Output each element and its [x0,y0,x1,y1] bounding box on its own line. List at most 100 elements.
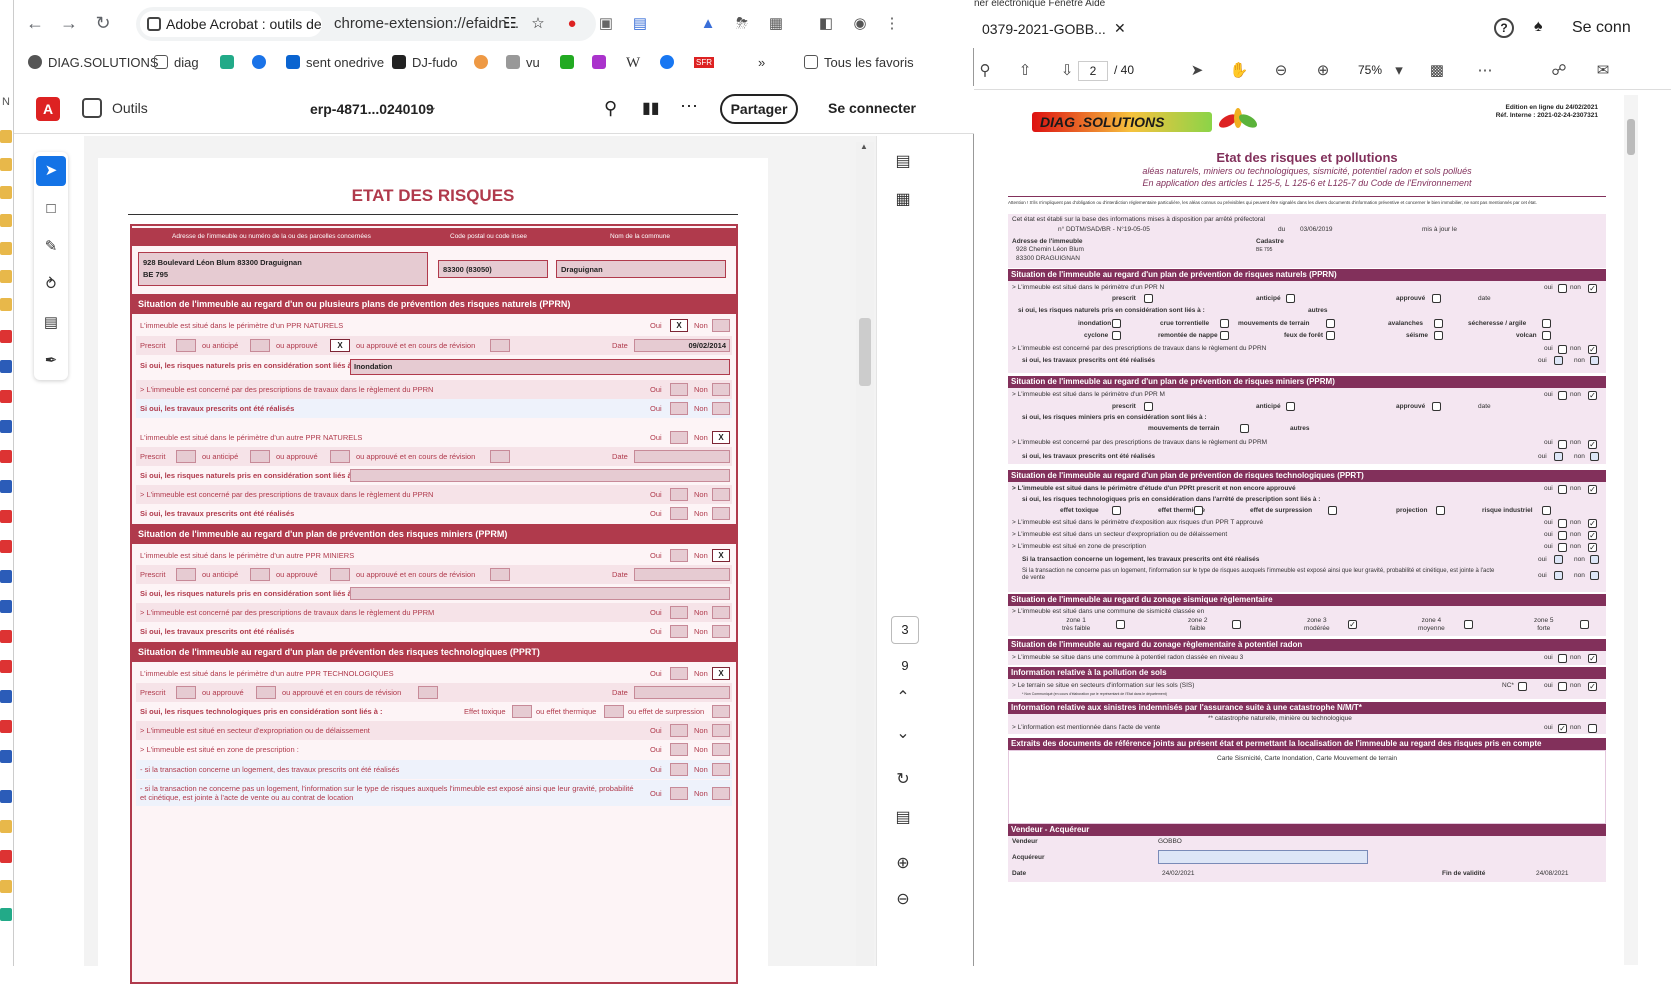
non-checkbox[interactable] [712,787,730,800]
oui-checkbox[interactable] [1558,391,1567,400]
chevron-up-icon[interactable]: ⌃ [891,686,915,710]
oui-checkbox[interactable]: X [670,319,688,332]
prescrit-checkbox[interactable] [1144,402,1153,411]
risks-field[interactable]: Inondation [350,359,730,375]
oui-checkbox[interactable] [670,431,688,444]
word-file-icon[interactable] [0,360,12,373]
zoom-in-icon[interactable]: ⊕ [1312,60,1334,82]
screen-icon[interactable]: ▤ [630,14,650,34]
pdf-file-icon[interactable] [0,450,12,463]
risks-field[interactable] [350,587,730,600]
oui-checkbox[interactable] [670,667,688,680]
zoom-out-icon[interactable]: ⊖ [1270,60,1292,82]
bookmarks-overflow[interactable]: » [758,55,765,70]
avalanches-checkbox[interactable] [1434,319,1443,328]
non-checkbox[interactable] [712,606,730,619]
oui-checkbox[interactable] [670,724,688,737]
folder-icon[interactable] [0,130,12,143]
risks-field[interactable] [350,469,730,482]
pdf-file-icon[interactable] [0,850,12,863]
word-file-icon[interactable] [0,750,12,763]
acquereur-input[interactable] [1158,850,1368,864]
more-options-icon[interactable]: ⋯ [1474,60,1496,82]
revision-checkbox[interactable] [490,568,510,581]
non-checkbox[interactable] [712,724,730,737]
sign-icon[interactable]: ✒ [36,346,66,376]
non-checkbox[interactable] [712,625,730,638]
toxique-checkbox[interactable] [512,705,532,718]
document-scrollbar[interactable]: ▲ [856,142,874,966]
oui-checkbox[interactable] [1558,682,1567,691]
surpression-checkbox[interactable] [712,705,730,718]
revision-checkbox[interactable] [490,339,510,352]
revision-checkbox[interactable] [418,686,438,699]
page-view-icon[interactable]: ▮▮ [642,98,660,118]
oui-checkbox[interactable] [1554,452,1563,461]
prescrit-checkbox[interactable] [176,568,196,581]
pdf-signin-button[interactable]: Se conn [1572,19,1631,37]
acrobat-logo-icon[interactable]: A [36,97,60,121]
scroll-thumb[interactable] [859,318,871,386]
fit-page-icon[interactable]: ▩ [1426,60,1448,82]
prescrit-checkbox[interactable] [176,339,196,352]
select-cursor-icon[interactable]: ➤ [36,156,66,186]
pen-icon[interactable]: ✎ [36,232,66,262]
add-comment-icon[interactable]: □ [36,194,66,224]
bookmark-all-favorites[interactable]: Tous les favoris [804,55,914,70]
search-icon[interactable]: ⚲ [604,98,617,119]
menu-kebab-icon[interactable]: ⋮ [882,14,902,34]
page-input[interactable]: 2 [1078,61,1108,81]
pdf-file-icon[interactable] [0,720,12,733]
oui-checkbox[interactable] [670,507,688,520]
non-checkbox-checked[interactable]: ✓ [1588,654,1597,663]
pdf-file-icon[interactable] [0,660,12,673]
oui-checkbox[interactable] [670,787,688,800]
thumbnails-grid-icon[interactable]: ▦ [891,188,915,212]
nappe-checkbox[interactable] [1220,331,1229,340]
bookmark-colors-icon[interactable] [592,55,612,70]
pdf-menu-bar[interactable]: ner électronique Fenêtre Aide [974,0,1671,10]
help-icon[interactable]: ? [1494,18,1514,38]
non-checkbox-checked[interactable]: ✓ [1588,543,1597,552]
oui-checkbox[interactable] [1558,345,1567,354]
oui-checkbox[interactable] [1558,531,1567,540]
avatar[interactable]: ◉ [850,14,870,34]
non-checkbox-checked[interactable]: ✓ [1588,391,1597,400]
anticipe-checkbox[interactable] [1286,402,1295,411]
oui-checkbox[interactable] [670,383,688,396]
text-select-icon[interactable]: ▤ [36,308,66,338]
approuve-checkbox[interactable]: X [330,339,350,352]
anticipe-checkbox[interactable] [250,339,270,352]
non-checkbox-checked[interactable]: ✓ [1588,519,1597,528]
file-name[interactable]: erp-4871...0240109 [310,101,434,117]
word-file-icon[interactable] [0,480,12,493]
non-checkbox[interactable] [1590,452,1599,461]
zoom-out-icon[interactable]: ⊖ [891,888,915,912]
shield-icon[interactable]: ⛈ [732,14,752,34]
sidebar-icon[interactable]: ◧ [816,14,836,34]
tools-grid-icon[interactable] [82,98,102,118]
select-cursor-icon[interactable]: ➤ [1186,60,1208,82]
prescrit-checkbox[interactable] [176,450,196,463]
folder-icon[interactable] [0,820,12,833]
oui-checkbox[interactable] [670,763,688,776]
prescrit-checkbox[interactable] [1144,294,1153,303]
word-file-icon[interactable] [0,420,12,433]
oui-checkbox[interactable] [1558,654,1567,663]
thermique-checkbox[interactable] [1194,506,1203,515]
page-options-icon[interactable]: ▤ [891,806,915,830]
bookmark-diag-solutions[interactable]: DIAG.SOLUTIONS [28,55,159,70]
approuve-checkbox[interactable] [1432,402,1441,411]
non-checkbox[interactable] [1590,571,1599,580]
nc-checkbox[interactable] [1518,682,1527,691]
menu-text[interactable]: ner électronique Fenêtre Aide [974,0,1105,9]
non-checkbox[interactable] [712,507,730,520]
signin-button[interactable]: Se connecter [828,100,916,116]
pdf-file-icon[interactable] [0,630,12,643]
picture-icon[interactable]: ▣ [596,14,616,34]
pdf-file-icon[interactable] [0,540,12,553]
folder-icon[interactable] [0,880,12,893]
bookmark-sent-onedrive[interactable]: sent onedrive [286,55,384,70]
bookmark-dj-fudo[interactable]: DJ-fudo [392,55,458,70]
pdf-scroll-thumb[interactable] [1627,119,1635,155]
